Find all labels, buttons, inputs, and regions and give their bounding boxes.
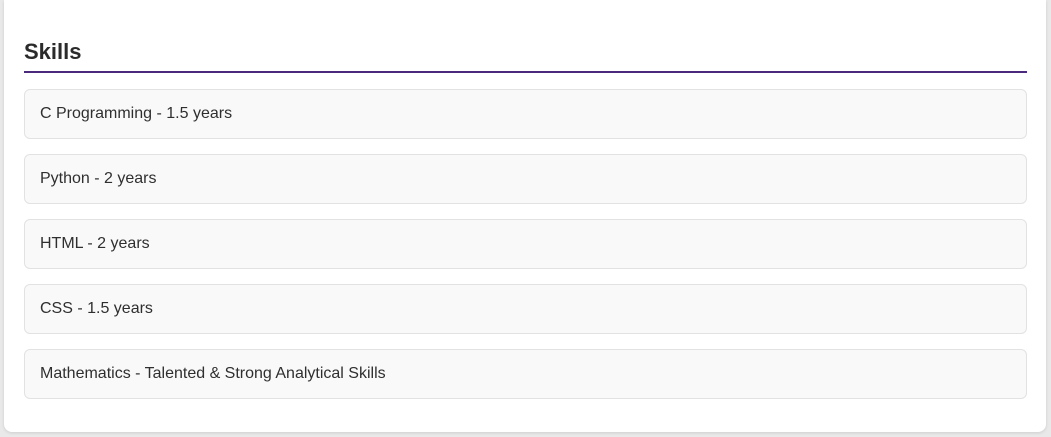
skill-item-css: CSS - 1.5 years: [24, 284, 1027, 334]
skill-item-html: HTML - 2 years: [24, 219, 1027, 269]
skill-item-c-programming: C Programming - 1.5 years: [24, 89, 1027, 139]
title-divider: [24, 71, 1027, 73]
skills-card: Skills C Programming - 1.5 years Python …: [4, 0, 1046, 432]
section-title: Skills: [24, 39, 82, 64]
skill-item-mathematics: Mathematics - Talented & Strong Analytic…: [24, 349, 1027, 399]
skill-item-python: Python - 2 years: [24, 154, 1027, 204]
skills-list: C Programming - 1.5 years Python - 2 yea…: [24, 89, 1027, 414]
